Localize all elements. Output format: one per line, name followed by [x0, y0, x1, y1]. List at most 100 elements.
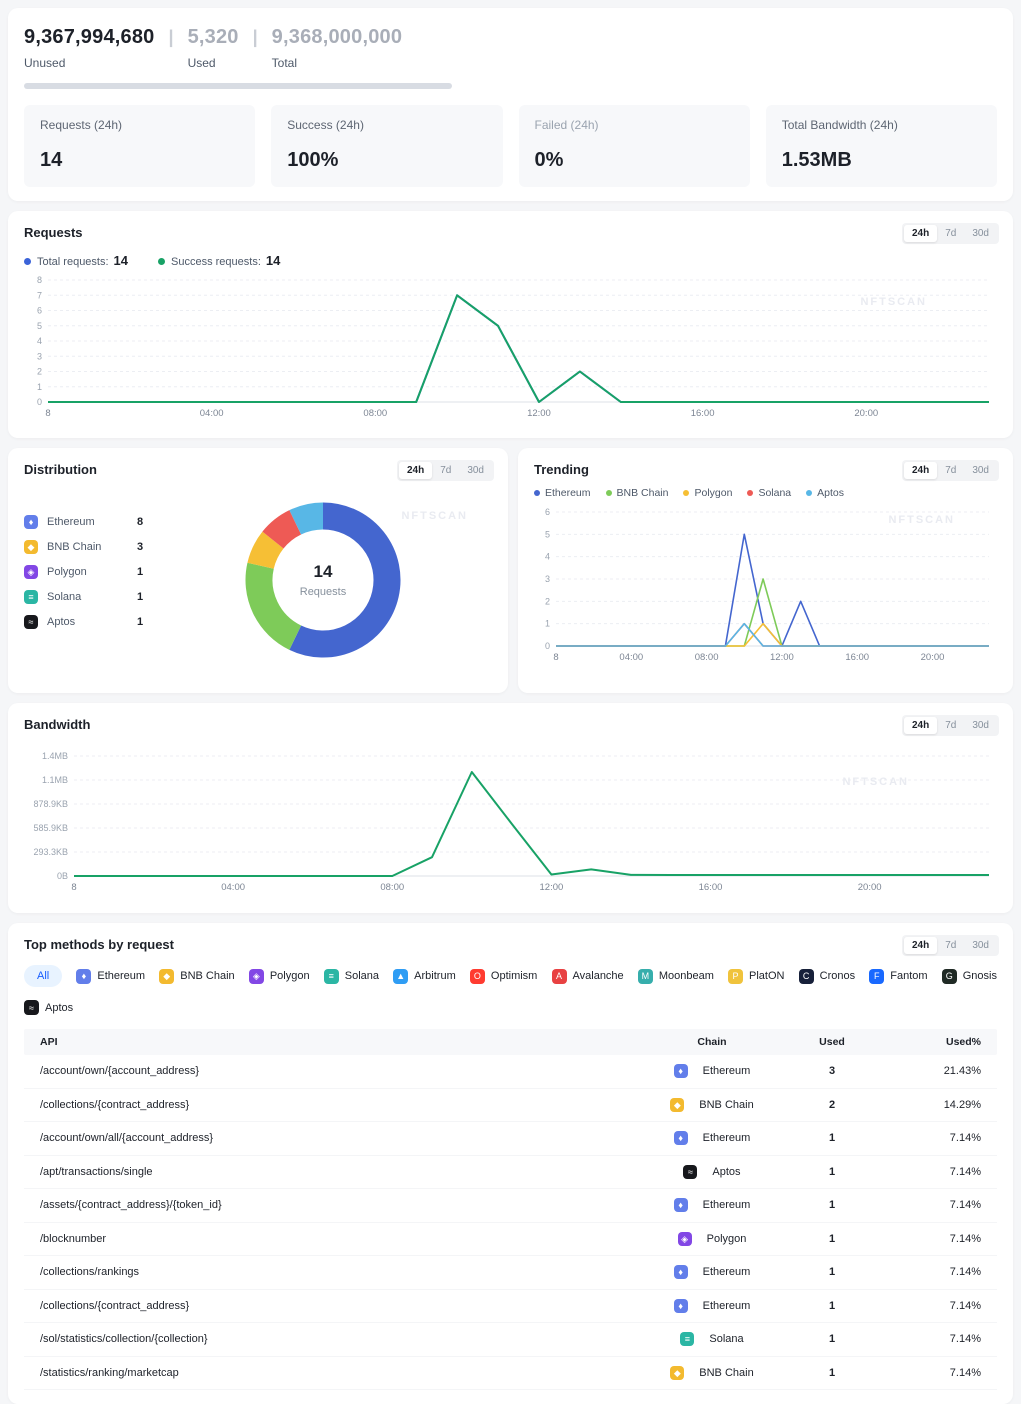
distribution-panel: Distribution 24h7d30d ♦Ethereum8◆BNB Cha…	[8, 448, 508, 693]
table-row: /collections/{contract_address}◆BNB Chai…	[24, 1089, 997, 1123]
period-option-30d[interactable]: 30d	[964, 225, 997, 242]
chain-chip-gnosis[interactable]: GGnosis	[942, 969, 997, 984]
used-percent: 21.43%	[887, 1065, 997, 1077]
donut-slice-ethereum	[295, 516, 387, 644]
period-option-7d[interactable]: 7d	[937, 462, 964, 479]
api-path: /blocknumber	[24, 1233, 647, 1245]
table-row: /sol/statistics/collection/{collection}≡…	[24, 1323, 997, 1357]
chain-chip-arbitrum[interactable]: ▲Arbitrum	[393, 969, 456, 984]
methods-panel: Top methods by request 24h7d30d All♦Ethe…	[8, 923, 1013, 1404]
period-option-7d[interactable]: 7d	[432, 462, 459, 479]
chip-label: Arbitrum	[414, 970, 456, 982]
chain-chip-solana[interactable]: ≡Solana	[324, 969, 379, 984]
svg-text:3: 3	[545, 574, 550, 584]
distribution-period-toggle: 24h7d30d	[397, 460, 494, 481]
api-path: /account/own/{account_address}	[24, 1065, 647, 1077]
chain-chip-platon[interactable]: PPlatON	[728, 969, 784, 984]
period-option-24h[interactable]: 24h	[904, 462, 937, 479]
chain-cell: ♦Ethereum	[647, 1299, 777, 1313]
svg-text:585.9KB: 585.9KB	[33, 823, 68, 833]
period-option-24h[interactable]: 24h	[904, 717, 937, 734]
distribution-legend-item[interactable]: ♦Ethereum8	[24, 509, 204, 534]
distribution-legend-item[interactable]: ◈Polygon1	[24, 559, 204, 584]
chip-label: BNB Chain	[180, 970, 234, 982]
legend-dot	[534, 490, 540, 496]
chain-chip-ethereum[interactable]: ♦Ethereum	[76, 969, 145, 984]
legend-dot	[806, 490, 812, 496]
period-option-24h[interactable]: 24h	[904, 225, 937, 242]
legend-label: Solana	[758, 487, 791, 499]
chain-chip-avalanche[interactable]: AAvalanche	[552, 969, 624, 984]
period-option-30d[interactable]: 30d	[964, 462, 997, 479]
chain-name: Polygon	[707, 1233, 747, 1245]
distribution-legend-item[interactable]: ◆BNB Chain3	[24, 534, 204, 559]
svg-text:16:00: 16:00	[691, 408, 715, 419]
col-used: Used	[777, 1036, 887, 1048]
bandwidth-chart: NFTSCAN 0B293.3KB585.9KB878.9KB1.1MB1.4M…	[24, 748, 997, 894]
distribution-legend-item[interactable]: ≡Solana1	[24, 584, 204, 609]
period-option-30d[interactable]: 30d	[964, 717, 997, 734]
chain-chip-fantom[interactable]: FFantom	[869, 969, 927, 984]
trending-legend-item[interactable]: Aptos	[806, 487, 844, 499]
stat-value: 14	[40, 149, 239, 172]
chain-name: Ethereum	[703, 1199, 751, 1211]
used-count: 1	[777, 1132, 887, 1144]
stat-card-success: Success (24h)100%	[271, 105, 502, 187]
svg-text:0: 0	[37, 397, 42, 407]
chain-chip-polygon[interactable]: ◈Polygon	[249, 969, 310, 984]
table-body: /account/own/{account_address}♦Ethereum3…	[24, 1055, 997, 1390]
bandwidth-period-toggle: 24h7d30d	[902, 715, 999, 736]
donut-slice-solana	[273, 522, 295, 540]
chain-request-count: 1	[137, 591, 143, 603]
methods-period-toggle: 24h7d30d	[902, 935, 999, 956]
distribution-legend-item[interactable]: ≈Aptos1	[24, 609, 204, 634]
col-chain: Chain	[647, 1036, 777, 1048]
chain-chip-optimism[interactable]: OOptimism	[470, 969, 537, 984]
chip-label: Solana	[345, 970, 379, 982]
chain-chip-bnb-chain[interactable]: ◆BNB Chain	[159, 969, 234, 984]
distribution-donut-chart: 14 Requests	[237, 494, 409, 666]
chain-chip-moonbeam[interactable]: MMoonbeam	[638, 969, 714, 984]
requests-chart: NFTSCAN 012345678804:0008:0012:0016:0020…	[24, 272, 997, 420]
chain-request-count: 1	[137, 616, 143, 628]
period-option-30d[interactable]: 30d	[459, 462, 492, 479]
used-count: 1	[777, 1199, 887, 1211]
period-option-24h[interactable]: 24h	[399, 462, 432, 479]
requests-chart-svg: 012345678804:0008:0012:0016:0020:00	[24, 272, 997, 420]
svg-text:4: 4	[37, 336, 42, 346]
period-option-7d[interactable]: 7d	[937, 937, 964, 954]
period-option-24h[interactable]: 24h	[904, 937, 937, 954]
trending-legend-item[interactable]: BNB Chain	[606, 487, 669, 499]
stat-label: Requests (24h)	[40, 118, 239, 132]
chain-chip-aptos[interactable]: ≈Aptos	[24, 1000, 73, 1015]
donut-slice-polygon	[261, 540, 273, 566]
chain-chip-all[interactable]: All	[24, 965, 62, 987]
legend-value: 14	[266, 253, 280, 268]
period-option-7d[interactable]: 7d	[937, 225, 964, 242]
distribution-legend: ♦Ethereum8◆BNB Chain3◈Polygon1≡Solana1≈A…	[24, 509, 204, 634]
api-path: /sol/statistics/collection/{collection}	[24, 1333, 647, 1345]
chain-name: BNB Chain	[699, 1099, 753, 1111]
period-option-30d[interactable]: 30d	[964, 937, 997, 954]
svg-text:8: 8	[71, 882, 76, 893]
bnb-chain-icon: ◆	[24, 540, 38, 554]
chain-chip-cronos[interactable]: CCronos	[799, 969, 855, 984]
trending-legend-item[interactable]: Solana	[747, 487, 791, 499]
stat-card-failed: Failed (24h)0%	[519, 105, 750, 187]
svg-text:8: 8	[553, 652, 558, 663]
chain-filter-row-2: ≈Aptos	[24, 1000, 997, 1015]
moonbeam-icon: M	[638, 969, 653, 984]
requests-period-toggle: 24h7d30d	[902, 223, 999, 244]
trending-legend-item[interactable]: Polygon	[683, 487, 732, 499]
chain-cell: ♦Ethereum	[647, 1265, 777, 1279]
chip-label: All	[37, 970, 49, 982]
trending-legend-item[interactable]: Ethereum	[534, 487, 591, 499]
used-percent: 7.14%	[887, 1199, 997, 1211]
chain-name: Ethereum	[703, 1300, 751, 1312]
table-row: /statistics/ranking/marketcap◆BNB Chain1…	[24, 1357, 997, 1391]
stat-card-total: Total Bandwidth (24h)1.53MB	[766, 105, 997, 187]
requests-legend-item: Total requests:14	[24, 253, 128, 268]
period-option-7d[interactable]: 7d	[937, 717, 964, 734]
trending-chart-svg: 0123456804:0008:0012:0016:0020:00	[534, 504, 997, 664]
requests-legend: Total requests:14Success requests:14	[24, 253, 997, 268]
